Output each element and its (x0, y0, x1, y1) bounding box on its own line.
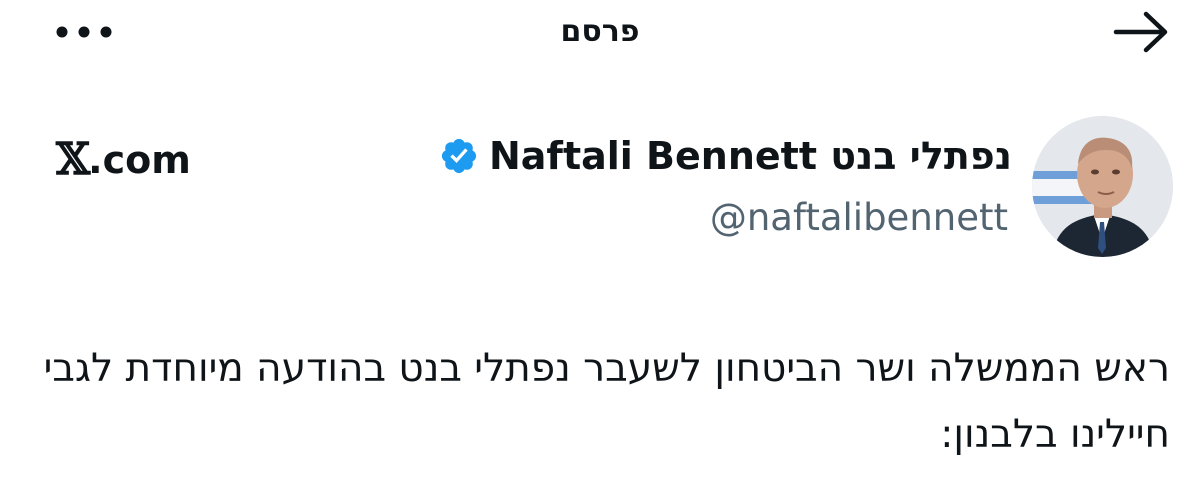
author-name-row: Naftali Bennett נפתלי בנט (439, 134, 1012, 178)
top-navigation-bar: פרסם (0, 0, 1200, 64)
verified-badge-icon (441, 138, 477, 174)
source-domain-label: .com (88, 138, 191, 182)
arrow-right-icon[interactable] (1112, 10, 1170, 54)
author-display-name[interactable]: Naftali Bennett נפתלי בנט (489, 134, 1012, 178)
page-title: פרסם (560, 14, 640, 49)
source-brand: 𝕏 .com (56, 134, 191, 185)
avatar[interactable] (1032, 116, 1173, 257)
x-logo-icon: 𝕏 (56, 134, 90, 185)
post-text: ראש הממשלה ושר הביטחון לשעבר נפתלי בנט ב… (43, 346, 1170, 457)
author-handle[interactable]: @naftalibennett (710, 196, 1008, 240)
post-author-header: Naftali Bennett נפתלי בנט @naftalibennet… (40, 96, 1200, 292)
profile-photo (1032, 116, 1173, 257)
